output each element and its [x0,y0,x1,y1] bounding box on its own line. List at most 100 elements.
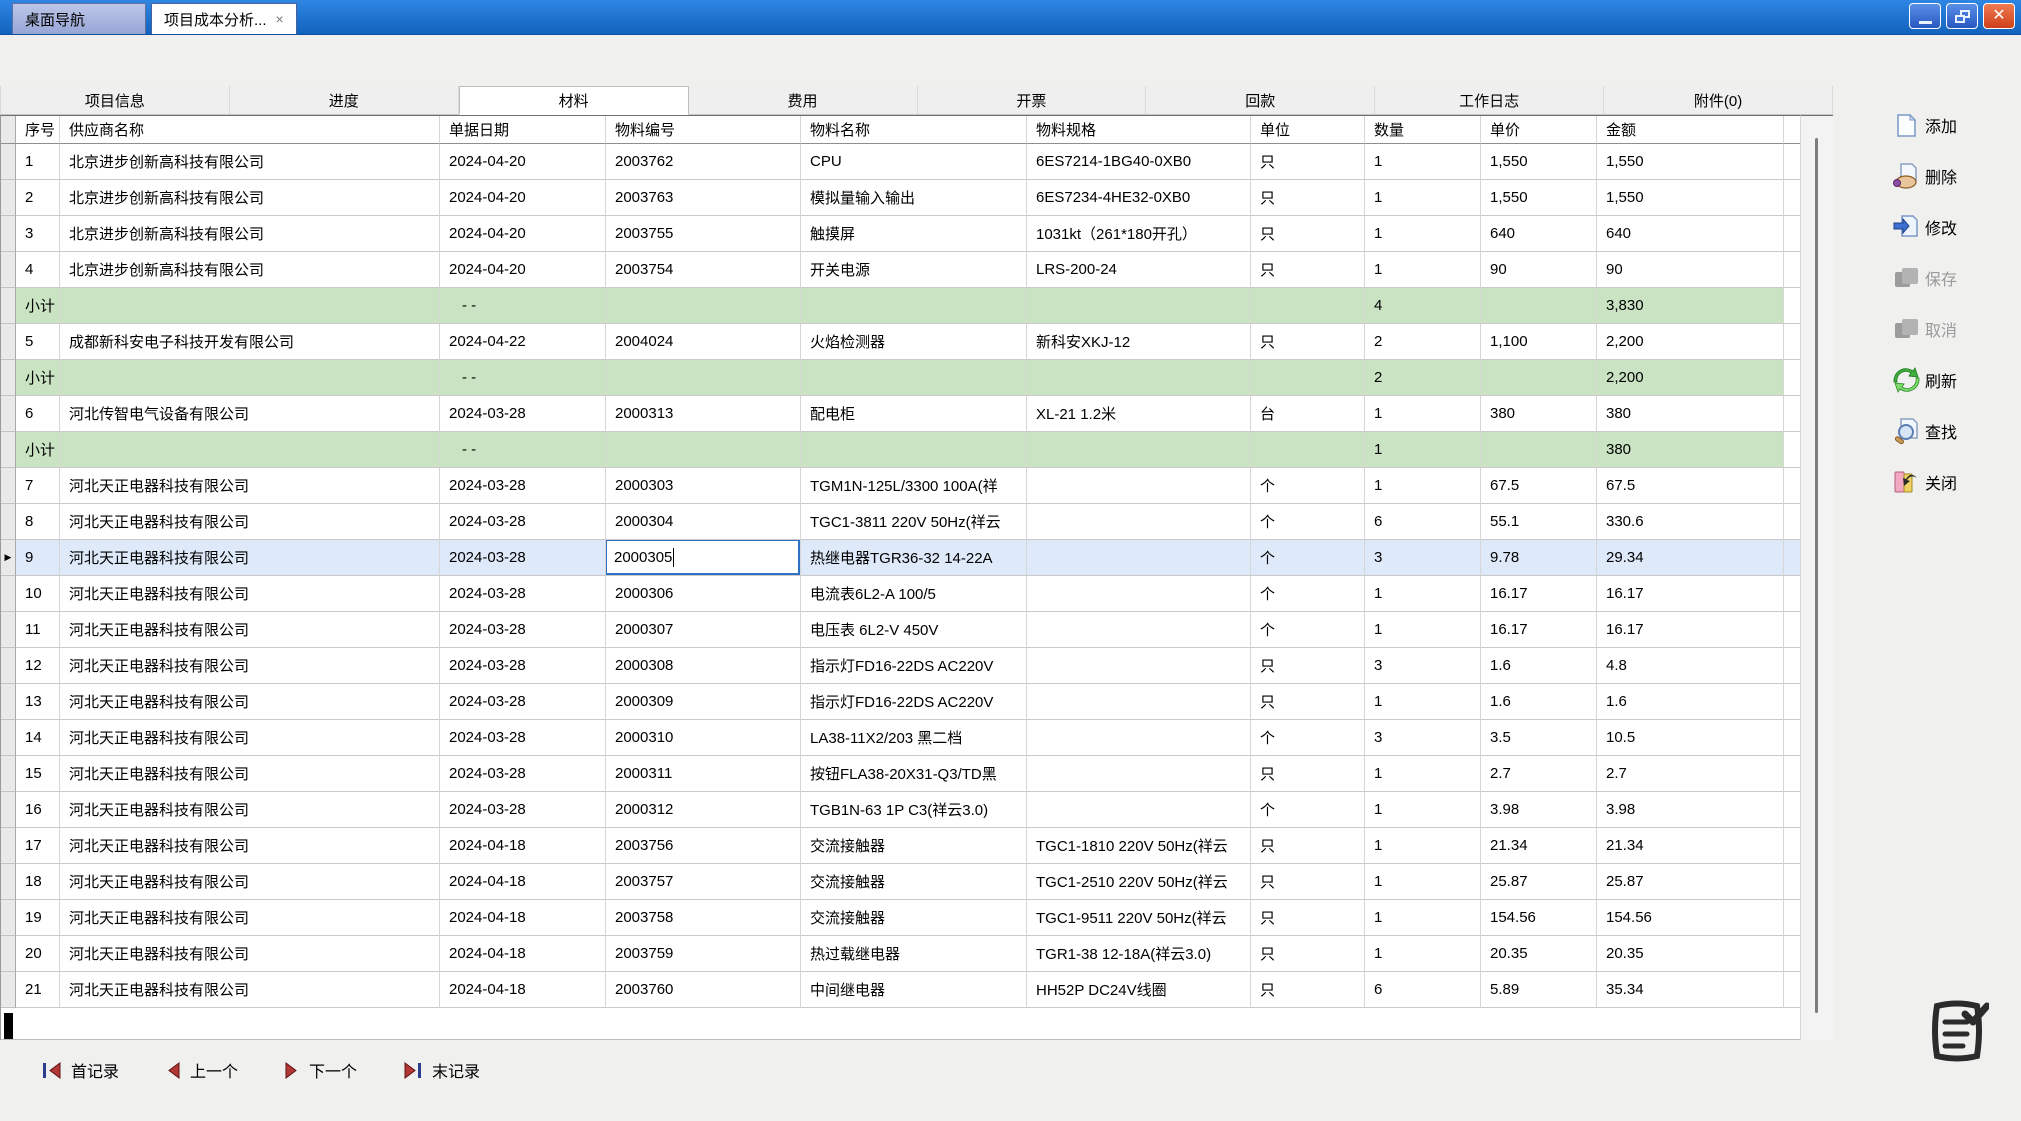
cell-qty[interactable]: 1 [1365,684,1481,720]
cell-seq[interactable]: 10 [16,576,60,612]
cell-amount[interactable]: 16.17 [1597,612,1784,648]
cell-price[interactable]: 154.56 [1481,900,1597,936]
cell-qty[interactable]: 2 [1365,324,1481,360]
column-header-name[interactable]: 物料名称 [801,116,1027,144]
cell-supplier[interactable] [60,360,440,396]
cell-seq[interactable]: 21 [16,972,60,1008]
cell-amount[interactable]: 20.35 [1597,936,1784,972]
cell-name[interactable]: 交流接触器 [801,864,1027,900]
cell-spec[interactable] [1027,432,1251,468]
cell-spec[interactable] [1027,648,1251,684]
cell-spec[interactable]: XL-21 1.2米 [1027,396,1251,432]
inline-edit-input[interactable]: 2000305 [606,540,800,575]
cell-price[interactable]: 1,100 [1481,324,1597,360]
cell-spec[interactable]: TGC1-1810 220V 50Hz(祥云 [1027,828,1251,864]
tab-progress[interactable]: 进度 [230,86,459,114]
cell-spec[interactable] [1027,468,1251,504]
cell-date[interactable]: 2024-03-28 [440,612,606,648]
cell-price[interactable]: 5.89 [1481,972,1597,1008]
cell-qty[interactable]: 1 [1365,216,1481,252]
row-selector[interactable] [1,828,16,864]
cell-spec[interactable] [1027,720,1251,756]
tab-materials[interactable]: 材料 [459,86,689,115]
cell-amount[interactable]: 25.87 [1597,864,1784,900]
cell-date[interactable]: 2024-03-28 [440,504,606,540]
cell-supplier[interactable]: 河北天正电器科技有限公司 [60,972,440,1008]
cell-name[interactable]: TGB1N-63 1P C3(祥云3.0) [801,792,1027,828]
cell-unit[interactable]: 只 [1251,144,1365,180]
tab-invoicing[interactable]: 开票 [918,86,1147,114]
cell-qty[interactable]: 1 [1365,144,1481,180]
row-selector[interactable] [1,324,16,360]
refresh-button[interactable]: 刷新 [1893,365,1957,395]
cell-date[interactable]: 2024-03-28 [440,468,606,504]
cell-code[interactable] [606,288,801,324]
cell-date[interactable]: 2024-04-18 [440,828,606,864]
cell-price[interactable] [1481,360,1597,396]
cell-name[interactable]: 模拟量输入输出 [801,180,1027,216]
cell-name[interactable]: 开关电源 [801,252,1027,288]
cell-date[interactable]: 2024-04-20 [440,144,606,180]
find-button[interactable]: 查找 [1893,416,1957,446]
cell-code[interactable]: 2000309 [606,684,801,720]
cell-unit[interactable]: 个 [1251,540,1365,576]
cell-amount[interactable]: 90 [1597,252,1784,288]
cell-spec[interactable]: TGC1-9511 220V 50Hz(祥云 [1027,900,1251,936]
cell-price[interactable]: 16.17 [1481,576,1597,612]
row-selector[interactable]: ▶ [1,540,16,576]
cell-code[interactable]: 2003758 [606,900,801,936]
cell-price[interactable] [1481,432,1597,468]
doc-tab-project-cost-analysis[interactable]: 项目成本分析... × [151,3,297,34]
cell-amount[interactable]: 10.5 [1597,720,1784,756]
column-header-spec[interactable]: 物料规格 [1027,116,1251,144]
cell-name[interactable]: 火焰检测器 [801,324,1027,360]
cell-seq[interactable]: 4 [16,252,60,288]
cell-spec[interactable]: LRS-200-24 [1027,252,1251,288]
cell-supplier[interactable] [60,288,440,324]
close-button[interactable]: ✕ [1983,3,2015,29]
cell-unit[interactable]: 个 [1251,468,1365,504]
cell-qty[interactable]: 4 [1365,288,1481,324]
cell-name[interactable]: TGC1-3811 220V 50Hz(祥云 [801,504,1027,540]
cell-seq[interactable]: 18 [16,864,60,900]
column-header-price[interactable]: 单价 [1481,116,1597,144]
row-selector[interactable] [1,612,16,648]
nav-previous[interactable]: 上一个 [165,1058,238,1082]
cell-seq[interactable]: 12 [16,648,60,684]
cell-price[interactable]: 67.5 [1481,468,1597,504]
cell-seq[interactable]: 小计 [16,432,60,468]
cell-date[interactable]: 2024-04-18 [440,864,606,900]
cell-qty[interactable]: 1 [1365,180,1481,216]
cell-code[interactable]: 2000313 [606,396,801,432]
row-selector[interactable] [1,396,16,432]
cell-spec[interactable] [1027,504,1251,540]
cell-unit[interactable]: 个 [1251,720,1365,756]
cell-spec[interactable]: TGR1-38 12-18A(祥云3.0) [1027,936,1251,972]
cell-supplier[interactable]: 河北天正电器科技有限公司 [60,468,440,504]
tab-attachments[interactable]: 附件(0) [1604,86,1833,114]
cell-amount[interactable]: 67.5 [1597,468,1784,504]
cell-spec[interactable] [1027,684,1251,720]
cell-code[interactable]: 2000308 [606,648,801,684]
cell-price[interactable]: 21.34 [1481,828,1597,864]
column-header-date[interactable]: 单据日期 [440,116,606,144]
row-selector[interactable] [1,864,16,900]
cell-date[interactable]: 2024-03-28 [440,576,606,612]
cell-amount[interactable]: 3,830 [1597,288,1784,324]
cell-spec[interactable] [1027,612,1251,648]
cell-supplier[interactable]: 河北天正电器科技有限公司 [60,504,440,540]
cell-code[interactable] [606,360,801,396]
cell-unit[interactable]: 只 [1251,252,1365,288]
cell-qty[interactable]: 1 [1365,792,1481,828]
cell-price[interactable]: 1,550 [1481,180,1597,216]
cell-spec[interactable] [1027,792,1251,828]
row-selector[interactable] [1,648,16,684]
cell-code[interactable]: 2003763 [606,180,801,216]
cell-amount[interactable]: 4.8 [1597,648,1784,684]
cell-code[interactable]: 2003755 [606,216,801,252]
tab-close-icon[interactable]: × [276,11,284,27]
cell-seq[interactable]: 9 [16,540,60,576]
cell-supplier[interactable]: 河北天正电器科技有限公司 [60,936,440,972]
minimize-button[interactable] [1909,3,1941,29]
cell-price[interactable]: 16.17 [1481,612,1597,648]
